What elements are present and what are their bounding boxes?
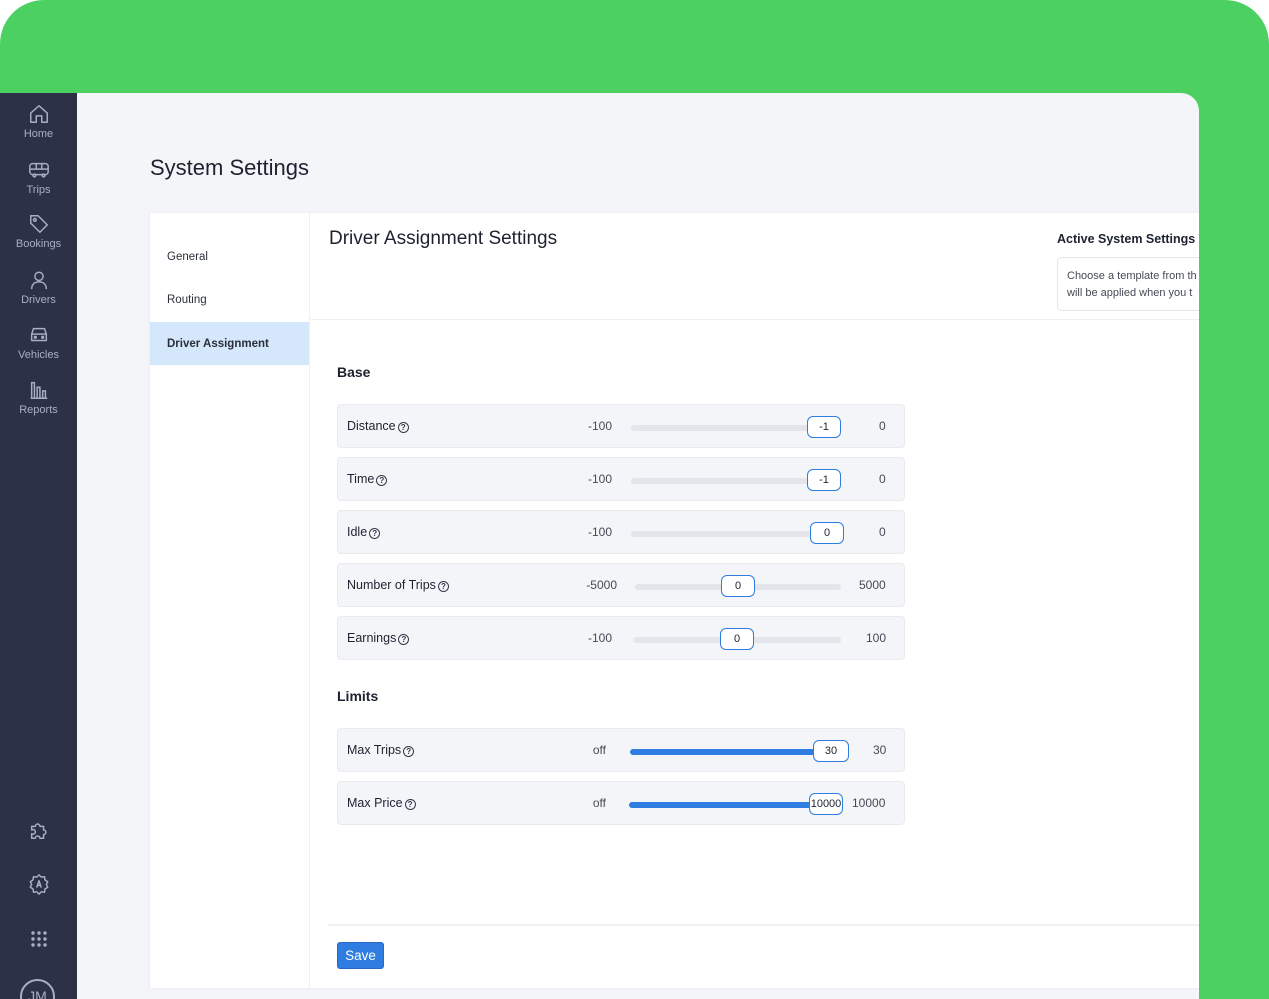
slider-track-max-trips[interactable]: 30 [630,740,849,762]
nav-label-bookings: Bookings [15,238,62,250]
slider-track-time[interactable]: -1 [631,469,841,491]
slider-thumb-time[interactable]: -1 [807,469,841,491]
gear-icon [29,874,48,895]
grid-icon [30,931,47,947]
template-selector[interactable]: Choose a template from th will be applie… [1057,257,1199,311]
slider-min: -100 [587,631,612,645]
template-hint-line2: will be applied when you t [1067,287,1193,299]
slider-min: -5000 [586,578,617,592]
nav-item-reports[interactable]: Reports [0,379,77,429]
help-icon[interactable]: ? [403,745,415,757]
slider-max: 30 [873,743,887,757]
slider-min: -100 [587,419,612,433]
slider-label-earnings: Earnings [347,631,397,645]
help-icon[interactable]: ? [404,798,416,810]
slider-fill [630,749,841,755]
page-title: System Settings [150,155,309,180]
nav-label-reports: Reports [19,404,58,416]
main-content: Driver Assignment Settings Active System… [309,213,1199,988]
slider-thumb-earnings[interactable]: 0 [720,628,754,650]
slider-row-number-of-trips: Number of Trips ? -5000 0 5000 [337,563,905,607]
slider-thumb-max-trips[interactable]: 30 [813,740,849,762]
slider-label-number-of-trips: Number of Trips [347,578,436,592]
slider-label-distance: Distance [347,419,396,433]
user-icon [30,271,47,290]
home-icon [29,105,48,123]
slider-row-max-trips: Max Trips ? off 30 30 [337,728,905,772]
nav-label-trips: Trips [26,184,51,196]
slider-row-distance: Distance ? -100 -1 0 [337,404,905,448]
apps-button[interactable] [0,926,77,952]
slider-thumb-number-of-trips[interactable]: 0 [721,575,755,597]
nav-item-drivers[interactable]: Drivers [0,269,77,319]
help-icon[interactable]: ? [376,474,388,486]
section-title: Driver Assignment Settings [329,228,558,249]
bus-icon [28,162,49,178]
slider-track-number-of-trips[interactable]: 0 [635,575,841,597]
help-icon[interactable]: ? [369,527,381,539]
puzzle-icon [30,823,47,839]
nav-label-vehicles: Vehicles [18,349,59,361]
slider-thumb-idle[interactable]: 0 [810,522,844,544]
slider-track-earnings[interactable]: 0 [633,628,841,650]
header-divider [310,319,1199,320]
slider-row-max-price: Max Price ? off 10000 10000 [337,781,905,825]
plugins-button[interactable] [0,817,77,843]
slider-min: off [592,743,606,757]
slider-max: 0 [879,419,886,433]
help-icon[interactable]: ? [398,633,410,645]
help-icon[interactable]: ? [437,580,449,592]
slider-track-max-price[interactable]: 10000 [629,793,843,815]
nav-label-drivers: Drivers [21,294,56,306]
slider-row-idle: Idle ? -100 0 0 [337,510,905,554]
footer-divider [328,924,1199,926]
slider-label-max-price: Max Price [347,796,403,810]
app-window: Home Trips Bookings Drivers Vehicles Rep… [0,93,1199,999]
slider-label-time: Time [347,472,375,486]
help-icon[interactable]: ? [397,421,409,433]
slider-max: 100 [866,631,887,645]
slider-min: -100 [587,525,612,539]
slider-fill [631,531,836,537]
car-icon [30,327,47,342]
slider-min: -100 [587,472,612,486]
slider-max: 10000 [852,796,886,810]
settings-panel: General Routing Driver Assignment Driver… [150,213,1199,988]
slider-max: 0 [879,525,886,539]
slider-row-time: Time ? -100 -1 0 [337,457,905,501]
tag-icon [29,215,48,233]
slider-max: 0 [879,472,886,486]
subnav-item-routing[interactable]: Routing [150,278,309,321]
nav-item-home[interactable]: Home [0,103,77,153]
slider-thumb-max-price[interactable]: 10000 [809,793,843,815]
slider-row-earnings: Earnings ? -100 0 100 [337,616,905,660]
subnav-item-general[interactable]: General [150,235,309,278]
slider-fill [629,802,835,808]
avatar[interactable]: JM [20,979,55,999]
slider-fill [631,478,831,484]
slider-label-idle: Idle [347,525,368,539]
nav-label-home: Home [23,128,54,140]
nav-item-trips[interactable]: Trips [0,159,77,209]
save-button[interactable]: Save [337,942,384,969]
group-title-limits: Limits [337,688,379,704]
admin-settings-button[interactable] [0,871,77,897]
slider-track-idle[interactable]: 0 [631,522,844,544]
slider-thumb-distance[interactable]: -1 [807,416,841,438]
bar-chart-icon [30,381,47,399]
nav-item-bookings[interactable]: Bookings [0,213,77,263]
template-title: Active System Settings T [1057,232,1199,246]
nav-item-vehicles[interactable]: Vehicles [0,324,77,374]
subnav-item-driver-assignment[interactable]: Driver Assignment [150,322,309,365]
slider-max: 5000 [859,578,886,592]
slider-track-distance[interactable]: -1 [631,416,841,438]
group-title-base: Base [337,364,371,380]
slider-label-max-trips: Max Trips [347,743,402,757]
slider-min: off [592,796,606,810]
template-hint-line1: Choose a template from th [1067,270,1197,282]
slider-fill [631,425,831,431]
sidebar: Home Trips Bookings Drivers Vehicles Rep… [0,93,77,999]
